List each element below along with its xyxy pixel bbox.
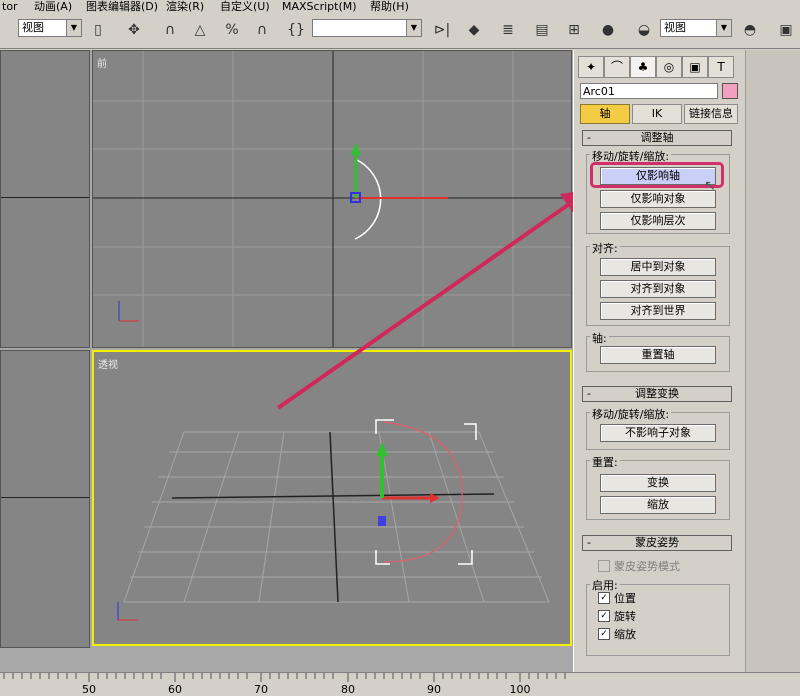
object-color-swatch[interactable] xyxy=(722,83,738,99)
skin-pose-mode-label: 蒙皮姿势模式 xyxy=(614,560,680,573)
snap-3d-icon[interactable]: ∩ xyxy=(158,18,182,42)
utilities-tab-icon[interactable]: T xyxy=(708,56,734,78)
dont-affect-children-button[interactable]: 不影响子对象 xyxy=(600,424,716,442)
modify-tab-icon[interactable]: ⌒ xyxy=(604,56,630,78)
chevron-down-icon: ▼ xyxy=(66,20,81,36)
status-area xyxy=(573,672,800,696)
curve-editor-icon[interactable]: ▤ xyxy=(530,18,554,42)
select-manipulate-icon[interactable]: ✥ xyxy=(122,18,146,42)
pivot-center-icon[interactable]: ▯ xyxy=(86,18,110,42)
collapse-icon: - xyxy=(587,131,591,144)
motion-tab-icon[interactable]: ◎ xyxy=(656,56,682,78)
reset-transform-button[interactable]: 变换 xyxy=(600,474,716,492)
tab-pivot[interactable]: 轴 xyxy=(580,104,630,124)
collapse-icon: - xyxy=(587,387,591,400)
reference-coord-value: 视图 xyxy=(22,21,44,34)
chevron-down-icon: ▼ xyxy=(406,20,421,36)
affect-pivot-only-button[interactable]: 仅影响轴 xyxy=(600,167,716,185)
rollout-title: 调整轴 xyxy=(640,131,674,144)
box-icon[interactable]: ▣ xyxy=(774,18,798,42)
group-label: 对齐: xyxy=(590,240,620,256)
layer-manager-icon[interactable]: ≣ xyxy=(496,18,520,42)
render-setup-icon[interactable]: ◒ xyxy=(632,18,656,42)
create-tab-icon[interactable]: ✦ xyxy=(578,56,604,78)
named-selection-icon[interactable]: {} xyxy=(284,18,308,42)
main-toolbar: 视图 ▼ ▯ ✥ ∩ △ % ∩ {} ▼ ⊳| ◆ ≣ ▤ ⊞ ● ◒ 视图 … xyxy=(0,14,800,49)
rollout-title: 调整变换 xyxy=(635,387,679,400)
rollout-title: 蒙皮姿势 xyxy=(635,536,679,549)
ruler-label: 60 xyxy=(168,683,182,696)
angle-snap-icon[interactable]: △ xyxy=(188,18,212,42)
command-panel: ✦ ⌒ ♣ ◎ ▣ T Arc01 轴 IK 链接信息 - 调整轴 移动/旋转/… xyxy=(573,50,746,672)
arc-shape-persp[interactable] xyxy=(383,421,463,563)
position-label: 位置 xyxy=(614,592,636,605)
menu-item-maxscript[interactable]: MAXScript(M) xyxy=(282,0,357,13)
viewport-left[interactable] xyxy=(0,350,90,648)
viewport-top[interactable] xyxy=(0,50,90,348)
scale-label: 缩放 xyxy=(614,628,636,641)
rollout-adjust-transform[interactable]: - 调整变换 xyxy=(582,386,732,402)
named-selection-combo[interactable]: ▼ xyxy=(312,19,422,37)
menu-item-graph-editors[interactable]: 图表编辑器(D) xyxy=(86,0,158,13)
align-to-world-button[interactable]: 对齐到世界 xyxy=(600,302,716,320)
ruler-label: 50 xyxy=(82,683,96,696)
group-label: 轴: xyxy=(590,330,609,346)
time-ruler[interactable]: 50 60 70 80 90 100 xyxy=(0,672,573,696)
mirror-icon[interactable]: ⊳| xyxy=(430,18,454,42)
align-icon[interactable]: ◆ xyxy=(462,18,486,42)
render-view-value: 视图 xyxy=(664,21,686,34)
menu-item-rendering[interactable]: 渲染(R) xyxy=(166,0,204,13)
percent-snap-icon[interactable]: % xyxy=(220,18,244,42)
quick-render-icon[interactable]: ◓ xyxy=(738,18,762,42)
menu-item-animation[interactable]: 动画(A) xyxy=(34,0,72,13)
rollout-adjust-pivot[interactable]: - 调整轴 xyxy=(582,130,732,146)
collapse-icon: - xyxy=(587,536,591,549)
group-label: 移动/旋转/缩放: xyxy=(590,406,672,422)
tab-link-info[interactable]: 链接信息 xyxy=(684,104,738,124)
ruler-label: 100 xyxy=(509,683,531,696)
display-tab-icon[interactable]: ▣ xyxy=(682,56,708,78)
chevron-down-icon: ▼ xyxy=(716,20,731,36)
tab-ik[interactable]: IK xyxy=(632,104,682,124)
spinner-snap-icon[interactable]: ∩ xyxy=(250,18,274,42)
menu-item-customize[interactable]: 自定义(U) xyxy=(220,0,270,13)
ruler-label: 80 xyxy=(341,683,355,696)
panel-scroll-strip[interactable] xyxy=(745,50,800,672)
hierarchy-tab-icon[interactable]: ♣ xyxy=(630,56,656,78)
position-checkbox[interactable]: ✓ xyxy=(598,592,610,604)
object-name-field[interactable]: Arc01 xyxy=(580,83,718,99)
center-to-object-button[interactable]: 居中到对象 xyxy=(600,258,716,276)
rotation-checkbox[interactable]: ✓ xyxy=(598,610,610,622)
annotation-arrow xyxy=(276,190,588,410)
material-editor-icon[interactable]: ● xyxy=(596,18,620,42)
ruler-label: 90 xyxy=(427,683,441,696)
align-to-object-button[interactable]: 对齐到对象 xyxy=(600,280,716,298)
menu-bar: tor 动画(A) 图表编辑器(D) 渲染(R) 自定义(U) MAXScrip… xyxy=(0,0,800,14)
skin-pose-mode-checkbox[interactable] xyxy=(598,560,610,572)
reset-pivot-button[interactable]: 重置轴 xyxy=(600,346,716,364)
schematic-view-icon[interactable]: ⊞ xyxy=(562,18,586,42)
menu-item-editor[interactable]: tor xyxy=(2,0,18,13)
menu-item-help[interactable]: 帮助(H) xyxy=(370,0,409,13)
ruler-label: 70 xyxy=(254,683,268,696)
reference-coord-combo[interactable]: 视图 ▼ xyxy=(18,19,82,37)
scale-checkbox[interactable]: ✓ xyxy=(598,628,610,640)
affect-hierarchy-only-button[interactable]: 仅影响层次 xyxy=(600,212,716,230)
affect-object-only-button[interactable]: 仅影响对象 xyxy=(600,190,716,208)
reset-scale-button[interactable]: 缩放 xyxy=(600,496,716,514)
group-label: 重置: xyxy=(590,454,620,470)
rollout-skin-pose[interactable]: - 蒙皮姿势 xyxy=(582,535,732,551)
render-view-combo[interactable]: 视图 ▼ xyxy=(660,19,732,37)
rotation-label: 旋转 xyxy=(614,610,636,623)
